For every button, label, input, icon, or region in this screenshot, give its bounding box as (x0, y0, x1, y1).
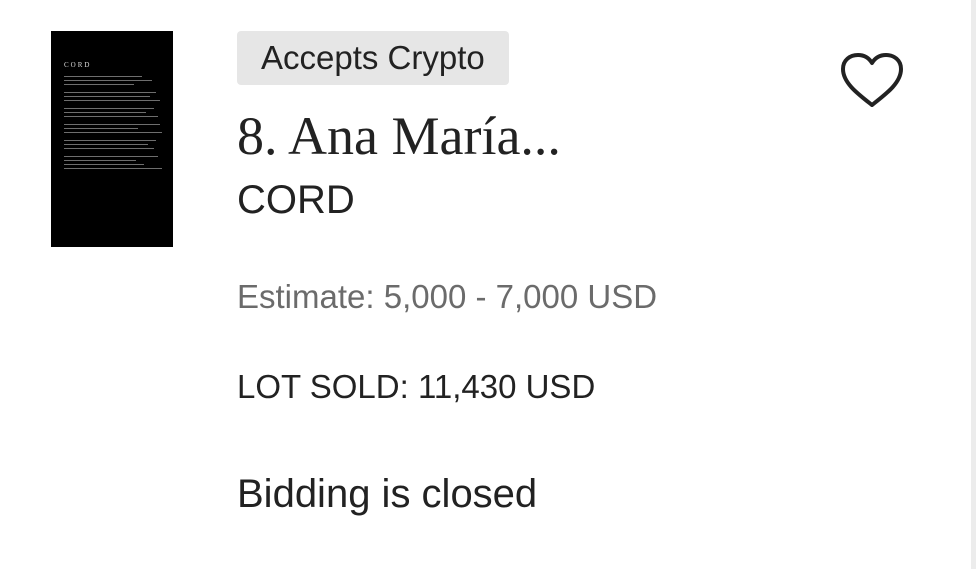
lot-subtitle: CORD (237, 178, 355, 222)
bidding-status: Bidding is closed (237, 472, 538, 516)
thumbnail-heading: CORD (64, 61, 92, 69)
lot-thumbnail[interactable]: CORD (51, 31, 173, 247)
page-edge (971, 0, 976, 569)
lot-sold-price: LOT SOLD: 11,430 USD (237, 368, 596, 405)
lot-title-link[interactable]: 8. Ana María... (237, 103, 561, 169)
thumbnail-text-lines (64, 76, 164, 172)
heart-outline-icon[interactable] (838, 50, 906, 110)
lot-card: CORD Accepts Crypto 8. Ana María... CORD… (0, 0, 971, 569)
lot-estimate: Estimate: 5,000 - 7,000 USD (237, 278, 658, 315)
accepts-crypto-badge: Accepts Crypto (237, 31, 509, 85)
